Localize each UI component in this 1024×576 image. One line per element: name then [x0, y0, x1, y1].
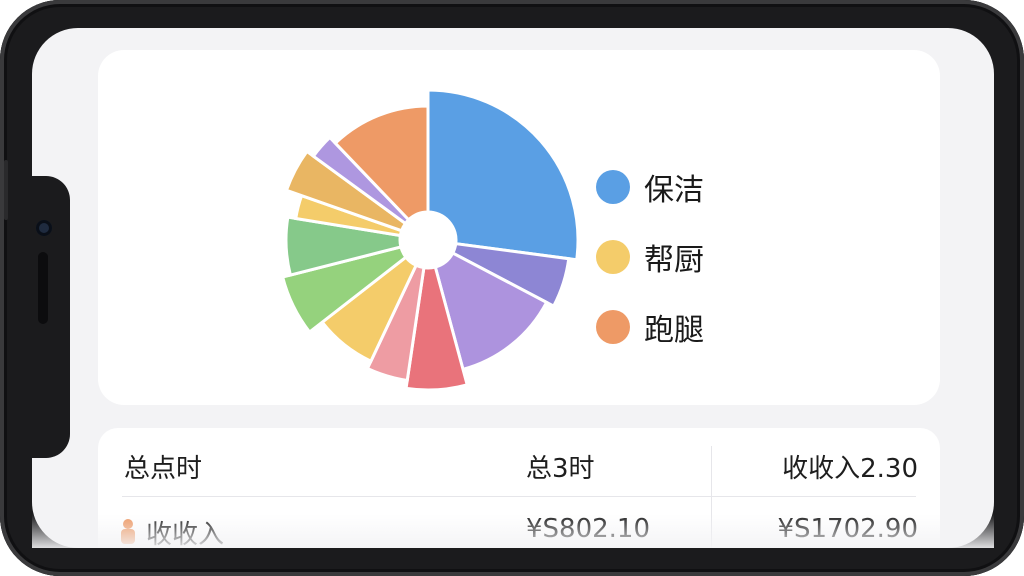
legend-dot-cleaning	[596, 170, 630, 204]
legend-dot-kitchen-helper	[596, 240, 630, 274]
table-row-value-1: ¥S802.10	[526, 514, 651, 544]
pie-center-hole	[400, 212, 456, 268]
legend-dot-errands	[596, 310, 630, 344]
column-divider	[711, 446, 712, 548]
legend-item-cleaning[interactable]: 保洁	[596, 152, 704, 222]
table-row-label: 收收入	[146, 520, 225, 548]
legend-label-cleaning: 保洁	[644, 173, 704, 208]
table-row-value-2: ¥S1702.90	[777, 514, 918, 544]
chart-legend: 保洁 帮厨 跑腿	[596, 152, 704, 362]
legend-item-errands[interactable]: 跑腿	[596, 292, 704, 362]
table-header-total-time: 总3时	[526, 454, 595, 484]
legend-label-kitchen-helper: 帮厨	[644, 243, 704, 278]
legend-label-errands: 跑腿	[644, 313, 704, 348]
speaker-grille	[38, 252, 48, 324]
table-divider	[122, 496, 916, 497]
screen: 保洁 帮厨 跑腿 总点时 总3时 收收入2.30 收收入 ¥S802.10 ¥S…	[32, 28, 994, 548]
front-camera	[36, 220, 52, 236]
person-icon	[121, 519, 135, 544]
table-header-income: 收收入2.30	[782, 454, 918, 484]
chart-card: 保洁 帮厨 跑腿	[98, 50, 940, 405]
summary-table: 总点时 总3时 收收入2.30 收收入 ¥S802.10 ¥S1702.90	[98, 428, 940, 548]
table-header-total-hours: 总点时	[124, 454, 203, 484]
legend-item-kitchen-helper[interactable]: 帮厨	[596, 222, 704, 292]
volume-button	[4, 160, 8, 220]
pie-chart	[280, 88, 580, 392]
